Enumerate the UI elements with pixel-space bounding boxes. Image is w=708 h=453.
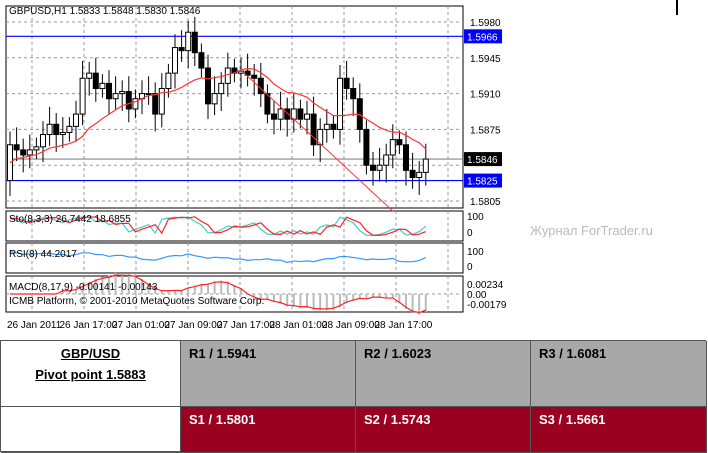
candle-body: [125, 91, 132, 110]
pair-cell: GBP/USD Pivot point 1.5883: [1, 341, 181, 407]
x-tick-label: 28 Jan 17:00: [375, 320, 433, 331]
candle-body: [33, 146, 40, 151]
candle-body: [13, 144, 20, 151]
r3-cell: R3 / 1.6081: [531, 341, 707, 407]
stoch-label: Sto(8,3,3) 26.7442 18.6855: [9, 214, 131, 225]
candle-body: [271, 113, 277, 120]
y-tick-label: 1.5805: [470, 197, 501, 208]
candle-body: [112, 93, 119, 100]
candle-body: [145, 93, 152, 96]
x-tick-label: 26 Jan 2011: [7, 320, 62, 331]
candle-body: [383, 154, 390, 166]
indicator-tick-label: 0: [467, 228, 473, 239]
candle-body: [297, 108, 304, 120]
r1-cell: R1 / 1.5941: [181, 341, 356, 407]
empty-cell: [1, 407, 181, 453]
candle-body: [152, 93, 159, 115]
corner-mark: [676, 0, 678, 15]
candle-body: [79, 77, 86, 115]
candle-body: [409, 169, 416, 178]
pivot-table: GBP/USD Pivot point 1.5883 R1 / 1.5941 R…: [0, 340, 707, 453]
candle-body: [92, 72, 99, 89]
candle-body: [422, 158, 429, 173]
rsi-label: RSI(8) 44.2017: [9, 249, 77, 260]
candle-body: [106, 82, 112, 100]
candle-body: [257, 77, 264, 95]
candle-body: [363, 128, 370, 166]
macd-label: MACD(8,17,9) -0.00141 -0.00143: [9, 282, 158, 293]
candle-body: [73, 113, 79, 127]
x-tick-label: 26 Jan 17:00: [60, 320, 118, 331]
level-label: 1.5825: [467, 177, 498, 188]
candle-body: [350, 87, 357, 100]
candle-body: [416, 171, 423, 178]
candle-body: [66, 125, 73, 133]
price-chart: 1.5980 1.5945 1.5910 1.5875 1.5805 1.5966 1.58…: [5, 0, 678, 331]
s3-cell: S3 / 1.5661: [531, 407, 707, 453]
candle-body: [119, 91, 126, 95]
candle-body: [185, 31, 192, 52]
candle-body: [389, 139, 396, 156]
candle-body: [40, 134, 46, 148]
x-tick-label: 27 Jan 09:00: [165, 320, 223, 331]
candle-body: [165, 72, 172, 89]
x-tick-label: 27 Jan 17:00: [217, 320, 275, 331]
candle-body: [304, 113, 310, 120]
s2-cell: S2 / 1.5743: [356, 407, 531, 453]
x-tick-label: 28 Jan 09:00: [322, 320, 380, 331]
candle-body: [376, 164, 383, 171]
candle-body: [59, 131, 66, 136]
copyright-label: ICMB Platform, © 2001-2010 MetaQuotes So…: [9, 296, 264, 307]
candle-body: [251, 74, 258, 79]
pair-label: GBP/USD: [60, 346, 121, 361]
indicator-tick-label: -0.00179: [467, 300, 507, 311]
candle-body: [53, 123, 60, 136]
candle-body: [198, 52, 205, 69]
candle-body: [172, 47, 178, 74]
candle-body: [343, 77, 350, 89]
candle-body: [337, 77, 343, 130]
candle-body: [26, 149, 33, 156]
candle-body: [86, 72, 93, 79]
candle-body: [396, 139, 403, 146]
candle-body: [211, 93, 218, 105]
candle-body: [218, 82, 225, 95]
watermark: Журнал ForTrader.ru: [530, 223, 653, 238]
candle-body: [323, 123, 330, 130]
y-tick-label: 1.5875: [470, 125, 501, 136]
candle-body: [205, 67, 211, 105]
y-tick-label: 1.5945: [470, 54, 501, 65]
candle-body: [330, 123, 337, 130]
candle-body: [178, 47, 185, 52]
candle-body: [310, 113, 317, 146]
s1-cell: S1 / 1.5801: [181, 407, 356, 453]
candle-body: [20, 149, 27, 156]
indicator-tick-label: 100: [467, 212, 484, 223]
level-label: 1.5846: [467, 155, 498, 166]
candle-body: [99, 82, 106, 89]
candle-body: [370, 164, 376, 171]
level-label: 1.5966: [467, 32, 498, 43]
candle-body: [46, 123, 53, 136]
y-tick-label: 1.5910: [470, 90, 501, 101]
x-tick-label: 27 Jan 01:00: [112, 320, 170, 331]
y-tick-label: 1.5980: [470, 18, 501, 29]
indicator-tick-label: 0: [467, 262, 473, 273]
pivot-label: Pivot point 1.5883: [35, 367, 146, 382]
r2-cell: R2 / 1.6023: [356, 341, 531, 407]
chart-title: GBPUSD,H1 1.5833 1.5848 1.5830 1.5846: [9, 6, 201, 17]
indicator-tick-label: 100: [467, 247, 484, 258]
candle-body: [277, 108, 284, 120]
candle-body: [403, 144, 409, 171]
candle-body: [191, 31, 198, 54]
x-tick-label: 28 Jan 01:00: [270, 320, 328, 331]
